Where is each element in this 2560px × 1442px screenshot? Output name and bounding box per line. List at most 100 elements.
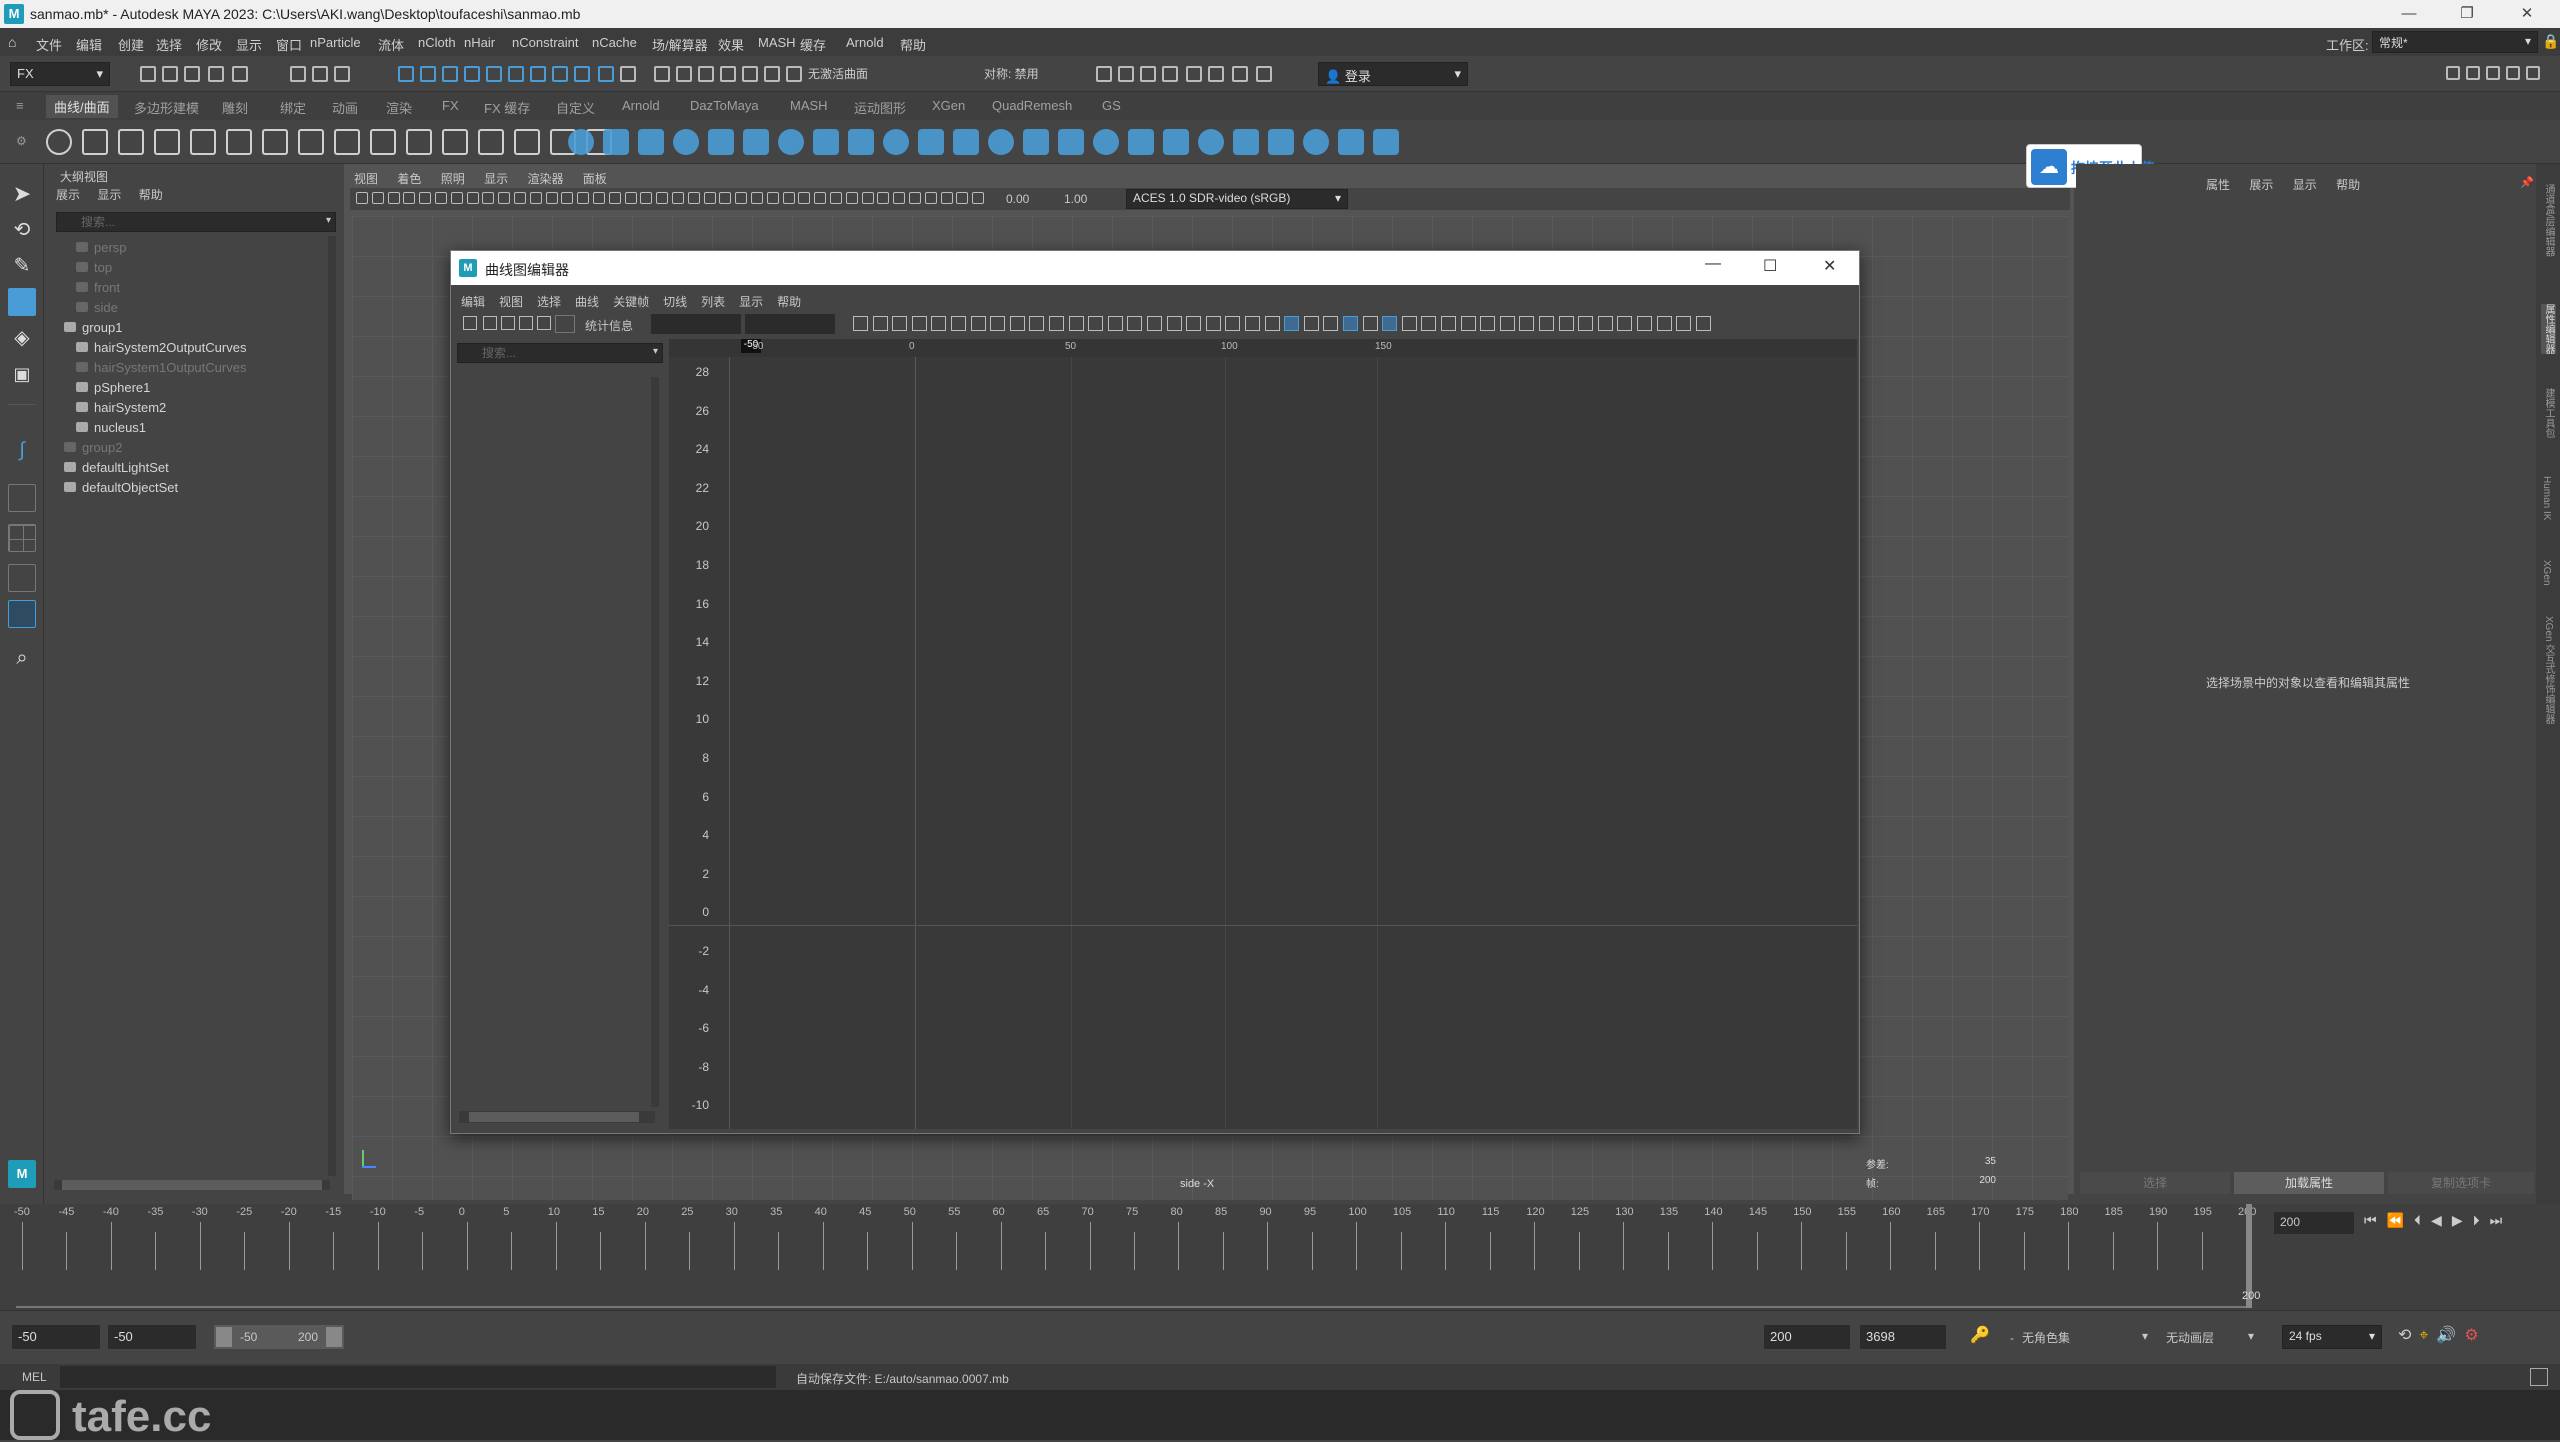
graph-editor-tool-icon-25[interactable]	[1343, 316, 1358, 331]
render-tool-icon-6[interactable]	[1232, 66, 1248, 82]
viewport-tool-icon-25[interactable]	[751, 192, 763, 204]
color-space-select[interactable]: ACES 1.0 SDR-video (sRGB) ▾	[1126, 189, 1348, 209]
graph-editor-tool-icon-3[interactable]	[911, 316, 927, 331]
toolbar-tool-icon-24[interactable]	[764, 66, 780, 82]
graph-editor-titlebar[interactable]: M 曲线图编辑器 — ☐ ✕	[451, 251, 1859, 285]
graph-editor-tool-icon-22[interactable]	[1284, 316, 1300, 331]
menu-item-2[interactable]: 创建	[118, 35, 144, 54]
lock-icon[interactable]: 🔒	[2542, 33, 2559, 50]
toolbar-tool-icon-16[interactable]	[574, 66, 590, 82]
workspace-select[interactable]: 常规* ▾	[2372, 31, 2538, 53]
go-to-end-icon[interactable]: ⏭	[2490, 1212, 2513, 1228]
toolbar-tool-icon-4[interactable]	[232, 66, 248, 82]
viewport-tool-icon-31[interactable]	[845, 192, 858, 204]
restore-button[interactable]: ❐	[2444, 0, 2490, 28]
shelf-tab-0[interactable]: 曲线/曲面	[46, 95, 118, 118]
channel-box-tab[interactable]: 通道盒/层编辑器	[2541, 184, 2556, 257]
toolbar-tool-icon-6[interactable]	[312, 66, 328, 82]
render-tool-icon-2[interactable]	[1140, 66, 1156, 82]
search-icon[interactable]: ⌕	[8, 644, 36, 672]
curve-shelf-icon-1[interactable]	[82, 129, 108, 155]
toolbar-tool-icon-20[interactable]	[676, 66, 692, 82]
viewport-tool-icon-17[interactable]	[624, 192, 637, 204]
graph-editor-menu-4[interactable]: 关键帧	[613, 295, 649, 309]
outliner-item[interactable]: front	[76, 280, 120, 295]
viewport-tool-icon-9[interactable]	[498, 192, 511, 204]
menu-item-1[interactable]: 编辑	[76, 35, 102, 54]
toolbar-tool-icon-3[interactable]	[208, 66, 224, 82]
outliner-layout-icon[interactable]	[8, 600, 36, 628]
modeling-toolkit-tab[interactable]: 建模工具包	[2541, 388, 2556, 438]
surface-shelf-icon-8[interactable]	[848, 129, 874, 155]
viewport-tool-icon-2[interactable]	[387, 192, 400, 204]
viewport-tool-icon-36[interactable]	[924, 192, 937, 204]
surface-shelf-icon-7[interactable]	[813, 129, 839, 155]
viewport-tool-icon-10[interactable]	[514, 192, 526, 204]
surface-shelf-icon-20[interactable]	[1268, 129, 1294, 155]
surface-shelf-icon-11[interactable]	[953, 129, 979, 155]
single-pane-layout-icon[interactable]	[8, 484, 36, 512]
shelf-tab-8[interactable]: 自定义	[556, 98, 595, 117]
outliner-menu-1[interactable]: 显示	[97, 188, 121, 202]
menu-item-12[interactable]: nCache	[592, 35, 637, 50]
shelf-menu-icon[interactable]: ≡	[16, 98, 24, 113]
layout-toggle-icon-1[interactable]	[2466, 66, 2480, 80]
outliner-item[interactable]: defaultObjectSet	[64, 480, 178, 495]
curve-shelf-icon-4[interactable]	[190, 129, 216, 155]
shelf-tab-1[interactable]: 多边形建模	[134, 98, 199, 117]
viewport-tool-icon-3[interactable]	[403, 192, 416, 204]
fps-select[interactable]: 24 fps ▾	[2282, 1325, 2382, 1349]
shelf-tab-10[interactable]: DazToMaya	[690, 98, 759, 113]
range-start-handle[interactable]	[216, 1327, 232, 1347]
scale-tool-icon[interactable]: ▣	[8, 360, 36, 388]
graph-editor-tool-icon-33[interactable]	[1499, 316, 1515, 331]
toolbar-tool-icon-17[interactable]	[598, 66, 614, 82]
toolbar-tool-icon-2[interactable]	[184, 66, 200, 82]
graph-editor-tool-icon-6[interactable]	[970, 316, 986, 331]
stats-field-2[interactable]	[745, 314, 835, 334]
toolbar-tool-icon-1[interactable]	[162, 66, 178, 82]
viewport-tool-icon-37[interactable]	[940, 192, 953, 204]
sound-icon[interactable]: 🔊	[2436, 1327, 2464, 1344]
symmetry-label[interactable]: 对称: 禁用	[984, 65, 1039, 82]
playback-start-field[interactable]: -50	[108, 1325, 196, 1349]
viewport-tool-icon-12[interactable]	[545, 192, 558, 204]
viewport-tool-icon-1[interactable]	[371, 192, 384, 204]
animation-start-field[interactable]: -50	[12, 1325, 100, 1349]
key-icon[interactable]: 🔑	[1970, 1325, 1990, 1345]
time-slider[interactable]: -50 -45 -40 -35 -30 -25 -20 -15 -10 -5 0 5 10 15 20 25 3…	[0, 1204, 2560, 1310]
xgen-tab[interactable]: XGen	[2541, 560, 2552, 586]
script-editor-icon[interactable]	[2530, 1368, 2548, 1386]
layout-toggle-icon-0[interactable]	[2446, 66, 2460, 80]
toolbar-tool-icon-19[interactable]	[654, 66, 670, 82]
layout-toggle-icon-2[interactable]	[2486, 66, 2500, 80]
curve-shelf-icon-9[interactable]	[370, 129, 396, 155]
graph-editor-tool-icon-2[interactable]	[892, 316, 908, 331]
surface-shelf-icon-18[interactable]	[1198, 129, 1224, 155]
loop-icon[interactable]: ⟲	[2398, 1327, 2419, 1344]
menu-item-16[interactable]: 缓存	[800, 35, 826, 54]
graph-editor-tool-icon-24[interactable]	[1323, 316, 1339, 331]
outliner-search-input[interactable]: 搜索... ▾	[56, 212, 336, 232]
viewport-tool-icon-23[interactable]	[719, 192, 732, 204]
current-frame-field[interactable]: 200	[2274, 1212, 2354, 1234]
time-ruler[interactable]	[669, 339, 1857, 357]
menu-item-11[interactable]: nConstraint	[512, 35, 578, 50]
graph-view[interactable]: -50 -50 0 50 100 150 28 26 24 22 20 18 16 14 12 10 8 6 4…	[669, 339, 1857, 1129]
graph-editor-tool-icon-13[interactable]	[1107, 316, 1123, 331]
toolbar-tool-icon-25[interactable]	[786, 66, 802, 82]
graph-editor-tool-icon-26[interactable]	[1362, 316, 1378, 331]
anim-layer-select[interactable]: 无动画层 ▾	[2160, 1325, 2260, 1349]
command-input[interactable]	[60, 1366, 776, 1388]
graph-editor-outliner[interactable]	[457, 367, 653, 1107]
graph-editor-tool-icon-23[interactable]	[1303, 316, 1319, 331]
home-icon[interactable]: ⌂	[8, 34, 24, 50]
graph-editor-menu-2[interactable]: 选择	[537, 295, 561, 309]
layout-toggle-icon-4[interactable]	[2526, 66, 2540, 80]
graph-editor-menu-5[interactable]: 切线	[663, 295, 687, 309]
outliner-scrollbar[interactable]	[328, 236, 336, 1176]
toolbar-tool-icon-9[interactable]	[420, 66, 436, 82]
menu-item-18[interactable]: 帮助	[900, 35, 926, 54]
rotate-tool-icon[interactable]: ◈	[8, 324, 36, 352]
shelf-tab-5[interactable]: 渲染	[386, 98, 412, 117]
